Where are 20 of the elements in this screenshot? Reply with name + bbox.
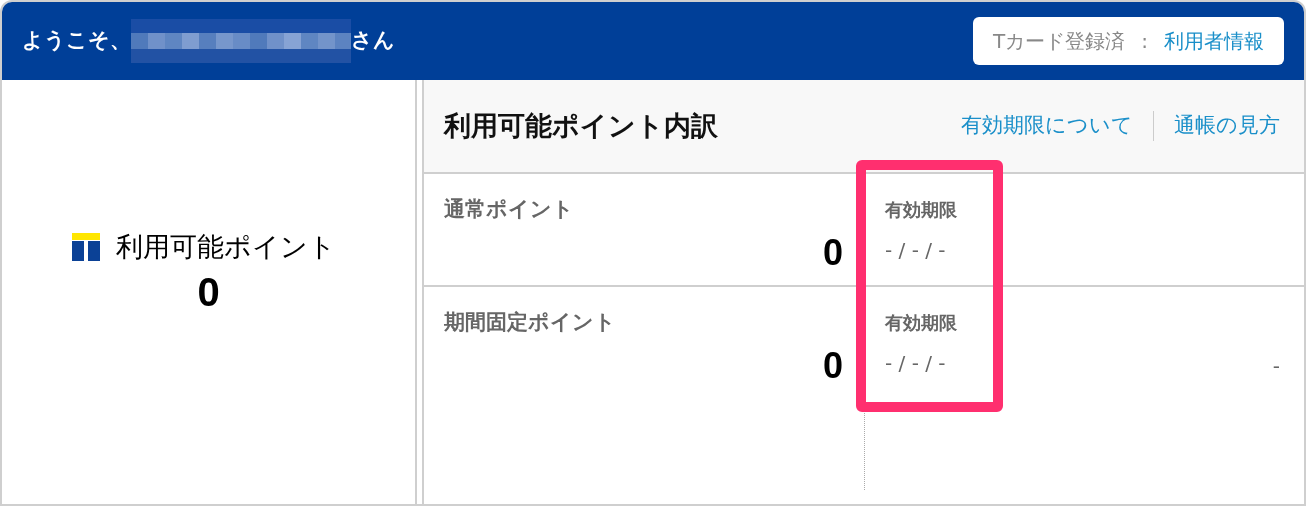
greeting-text: ようこそ、 bbox=[22, 27, 131, 55]
point-type-label: 通常ポイント bbox=[444, 196, 574, 223]
header-link[interactable]: 有効期限について bbox=[961, 110, 1133, 142]
expiry-date: - / - / - bbox=[885, 237, 946, 264]
expiry-date: - / - / - bbox=[885, 350, 946, 377]
t-logo-icon bbox=[71, 233, 100, 261]
available-points-value: 0 bbox=[197, 269, 220, 317]
point-amount: 0 bbox=[822, 343, 843, 388]
separator-text: : bbox=[1140, 28, 1149, 55]
header-link[interactable]: 通帳の見方 bbox=[1174, 110, 1280, 142]
user-info-link[interactable]: 利用者情報 bbox=[1164, 26, 1264, 56]
card-status: Tカード登録済 bbox=[993, 28, 1126, 55]
breakdown-title: 利用可能ポイント内訳 bbox=[444, 108, 718, 143]
row-value: - bbox=[1272, 353, 1280, 380]
expiry-label: 有効期限 bbox=[885, 198, 957, 222]
available-points-label: 利用可能ポイント bbox=[115, 229, 336, 264]
expiry-label: 有効期限 bbox=[885, 311, 957, 335]
point-type-label: 期間固定ポイント bbox=[444, 309, 616, 336]
greeting-suffix: さん bbox=[351, 27, 395, 55]
point-amount: 0 bbox=[822, 230, 843, 275]
